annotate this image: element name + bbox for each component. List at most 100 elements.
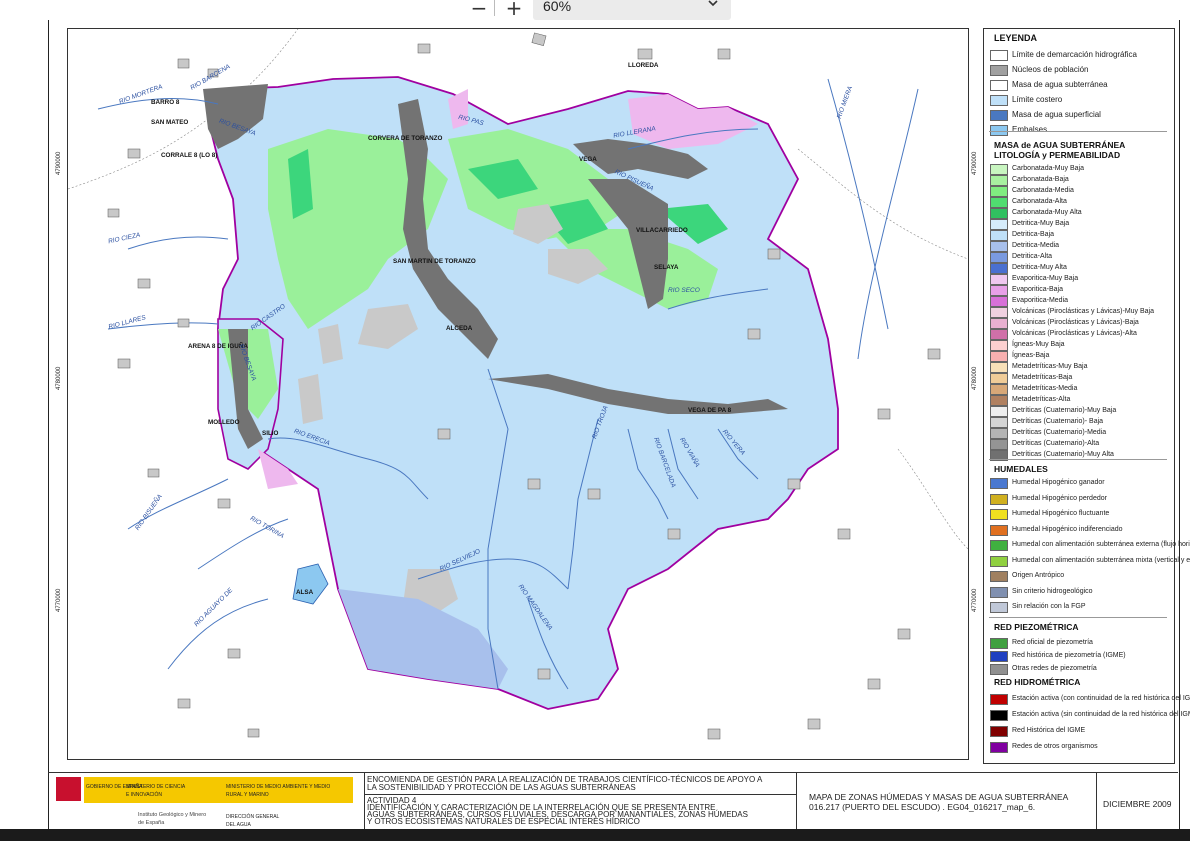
actividad-line: Y OTROS ECOSISTEMAS NATURALES DE ESPECIA… — [367, 817, 640, 826]
legend-label: Estación activa (con continuidad de la r… — [1012, 695, 1190, 702]
project-cell: ENCOMIENDA DE GESTIÓN PARA LA REALIZACIÓ… — [364, 773, 797, 829]
legend-label: Volcánicas (Piroclásticas y Lávicas)-Muy… — [1012, 308, 1154, 315]
date-cell: DICIEMBRE 2009 — [1096, 773, 1179, 829]
legend-swatch — [990, 524, 1008, 536]
legend-item: Humedal Hipogénico perdedor — [990, 493, 1172, 505]
legend-item: Red Histórica del IGME — [990, 725, 1172, 737]
legend-label: Ígneas-Muy Baja — [1012, 341, 1065, 348]
lito-title: MASA de AGUA SUBTERRÁNEA LITOLOGÍA y PER… — [994, 140, 1125, 160]
place-label: ALSA — [296, 589, 314, 596]
y-coord: 4770000 — [972, 588, 978, 612]
ministry-1: MINISTERIO DE CIENCIA E INNOVACIÓN — [126, 784, 185, 798]
legend-label: Detríticas (Cuaternario)- Baja — [1012, 418, 1104, 425]
legend-title: LEYENDA — [994, 33, 1038, 43]
legend-swatch — [990, 638, 1008, 649]
zoom-in-button[interactable]: + — [502, 0, 526, 20]
legend-label: Carbonatada-Alta — [1012, 198, 1067, 205]
place-label: SILIO — [262, 430, 279, 437]
humedales-title: HUMEDALES — [994, 464, 1048, 474]
y-coord: 4790000 — [56, 151, 62, 175]
legend-label: Humedal Hipogénico fluctuante — [1012, 510, 1110, 517]
legend-label: Detritica-Media — [1012, 242, 1060, 249]
legend-item: Núcleos de población — [990, 64, 1172, 76]
legend-swatch — [990, 509, 1008, 520]
legend-label: Volcánicas (Piroclásticas y Lávicas)-Baj… — [1012, 319, 1139, 326]
legend-label: Evaporitica-Media — [1012, 297, 1069, 304]
legend-swatch — [990, 571, 1008, 582]
legend-label: Detríticas (Cuaternario)-Media — [1012, 429, 1107, 436]
place-label: MOLLEDO — [208, 419, 240, 426]
legend-label: Origen Antrópico — [1012, 572, 1065, 579]
legend-item: Límite de demarcación hidrográfica — [990, 49, 1172, 61]
legend-label: Carbonatada-Muy Alta — [1012, 209, 1082, 216]
legend-swatch — [990, 110, 1008, 121]
zoom-out-button[interactable]: − — [467, 0, 491, 20]
legend-label: Evaporitica-Muy Baja — [1012, 275, 1079, 282]
y-coord: 4780000 — [56, 366, 62, 390]
legend-swatch — [990, 80, 1008, 91]
legend-label: Humedal con alimentación subterránea mix… — [1012, 556, 1190, 564]
dga-label: DIRECCIÓN GENERAL DEL AGUA — [226, 814, 280, 828]
legend-label: Sin relación con la FGP — [1012, 603, 1086, 610]
legend-label: Embalses — [1012, 125, 1048, 134]
legend-item: Humedal Hipogénico indiferenciado — [990, 524, 1172, 536]
legend-label: Humedal Hipogénico indiferenciado — [1012, 525, 1123, 533]
legend-label: Humedal Hipogénico perdedor — [1012, 494, 1107, 502]
logo-cell: GOBIERNO DE ESPAÑA MINISTERIO DE CIENCIA… — [48, 773, 364, 829]
legend-item: Origen Antrópico — [990, 570, 1172, 582]
viewer-toolbar: − + 60% — [0, 0, 1190, 20]
legend-item: Otras redes de piezometría — [990, 663, 1172, 675]
legend-label: Evaporitica-Baja — [1012, 286, 1063, 293]
legend-label: Estación activa (sin continuidad de la r… — [1012, 711, 1190, 718]
legend-swatch — [990, 710, 1008, 721]
legend-divider — [989, 131, 1167, 132]
spain-crest-icon — [56, 777, 81, 801]
title-block: GOBIERNO DE ESPAÑA MINISTERIO DE CIENCIA… — [48, 772, 1178, 829]
legend-label: Carbonatada-Baja — [1012, 176, 1069, 183]
igme-label: Instituto Geológico y Minero de España — [138, 812, 207, 826]
legend-item: Masa de agua subterránea — [990, 79, 1172, 91]
chevron-down-icon — [707, 0, 719, 12]
cell-divider — [365, 794, 797, 795]
map-title-cell: MAPA DE ZONAS HÚMEDAS Y MASAS DE AGUA SU… — [796, 773, 1097, 829]
legend-label: Redes de otros organismos — [1012, 743, 1098, 750]
legend-label: Detritica-Muy Alta — [1012, 264, 1067, 271]
legend-item: Red oficial de piezometría — [990, 637, 1172, 649]
legend-swatch — [990, 664, 1008, 675]
map-date: DICIEMBRE 2009 — [1103, 799, 1172, 809]
piezo-title: RED PIEZOMÉTRICA — [994, 622, 1079, 632]
legend-label: Volcánicas (Piroclásticas y Lávicas)-Alt… — [1012, 330, 1137, 337]
reservoir — [292, 563, 329, 605]
legend-label: Detritica-Baja — [1012, 231, 1055, 238]
legend-label: Metadetríticas-Muy Baja — [1012, 363, 1088, 370]
y-coord: 4790000 — [972, 151, 978, 175]
map-subtitle: 016.217 (PUERTO DEL ESCUDO) . EG04_01621… — [809, 802, 1036, 812]
map-frame[interactable]: 410000 420000 430000 440000 LLOREDA BARR… — [67, 28, 969, 760]
legend-label: Masa de agua subterránea — [1012, 80, 1108, 89]
legend-label: Detritica-Alta — [1012, 253, 1053, 260]
river-label: RIO SECO — [668, 287, 700, 294]
zoom-select[interactable]: 60% — [533, 0, 731, 20]
legend-label: Detríticas (Cuaternario)-Alta — [1012, 440, 1100, 447]
place-label: SELAYA — [654, 264, 679, 271]
legend-item: Humedal Hipogénico fluctuante — [990, 508, 1172, 520]
legend-item: Redes de otros organismos — [990, 741, 1172, 753]
legend-label: Detritica-Muy Baja — [1012, 220, 1070, 227]
map-title: MAPA DE ZONAS HÚMEDAS Y MASAS DE AGUA SU… — [809, 792, 1069, 802]
legend-swatch — [990, 50, 1008, 61]
map-legend: LEYENDA Límite de demarcación hidrográfi… — [983, 28, 1190, 764]
place-label: SAN MARTIN DE TORANZO — [393, 258, 476, 265]
toolbar-divider — [494, 0, 495, 16]
legend-label: Humedal Hipogénico ganador — [1012, 479, 1105, 486]
place-label: SAN MATEO — [151, 119, 189, 126]
legend-swatch — [990, 602, 1008, 613]
legend-label: Núcleos de población — [1012, 65, 1089, 74]
legend-swatch — [990, 555, 1008, 567]
legend-label: Sin criterio hidrogeológico — [1012, 587, 1093, 595]
legend-label: Metadetríticas-Alta — [1012, 396, 1071, 403]
place-label: ALCEDA — [446, 325, 473, 332]
legend-swatch — [990, 540, 1008, 551]
zoom-value: 60% — [543, 0, 572, 14]
legend-item: Sin relación con la FGP — [990, 601, 1172, 613]
legend-swatch — [990, 478, 1008, 489]
